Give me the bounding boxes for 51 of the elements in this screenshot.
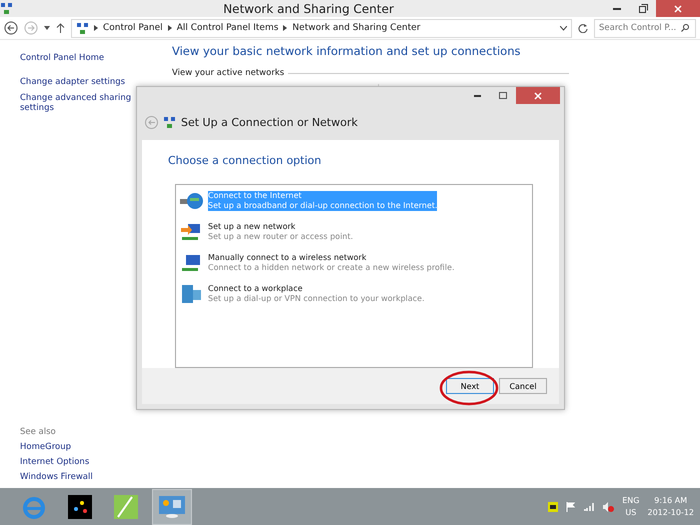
restore-icon xyxy=(638,4,648,13)
close-icon xyxy=(534,92,542,100)
search-icon xyxy=(681,24,689,32)
chevron-icon xyxy=(283,25,288,31)
office-building-icon xyxy=(180,284,204,304)
dialog-button[interactable]: Cancel xyxy=(499,378,547,394)
signal-icon[interactable] xyxy=(584,502,596,511)
connection-option[interactable]: Set up a new network Set up a new router or access point. xyxy=(208,222,354,242)
back-icon[interactable] xyxy=(4,21,18,35)
breadcrumb[interactable]: All Control Panel Items xyxy=(176,23,278,33)
highlight-circle xyxy=(439,369,499,407)
up-arrow-icon[interactable] xyxy=(56,23,65,33)
page-heading: View your basic network information and set up connections xyxy=(172,44,522,58)
close-button[interactable] xyxy=(656,0,700,17)
flag-icon[interactable] xyxy=(566,502,576,512)
address-bar[interactable]: Control Panel All Control Panel Items Network and Sharing Center xyxy=(71,18,572,38)
maximize-icon xyxy=(499,92,507,99)
dropdown-icon[interactable] xyxy=(44,26,50,30)
window-title: Network and Sharing Center xyxy=(222,2,395,16)
control-panel-taskbar-button[interactable] xyxy=(152,488,192,524)
search-box[interactable]: Search Control P... xyxy=(594,18,696,38)
browser-icon xyxy=(22,494,46,518)
speaker-muted-icon[interactable] xyxy=(603,502,614,512)
dialog-heading: Choose a connection option xyxy=(168,154,322,167)
chevron-down-icon[interactable] xyxy=(560,26,567,30)
chevron-icon xyxy=(94,25,98,31)
breadcrumb[interactable]: Network and Sharing Center xyxy=(292,23,420,33)
dialog-title: Set Up a Connection or Network xyxy=(181,116,358,128)
close-button[interactable] xyxy=(516,87,560,104)
network-icon xyxy=(163,116,176,128)
refresh-icon[interactable] xyxy=(578,23,588,33)
control-panel-icon xyxy=(159,496,185,518)
connection-option[interactable]: Manually connect to a wireless network Connect to a hidden network or create a new wireless profile. xyxy=(208,253,454,273)
tray-app-icon[interactable] xyxy=(548,502,558,512)
network-icon xyxy=(76,22,89,34)
close-icon xyxy=(674,4,682,12)
globe-icon xyxy=(180,191,204,211)
chevron-icon xyxy=(168,25,172,31)
see-also-heading: See also xyxy=(20,427,57,437)
sidebar-link[interactable]: Change adapter settings xyxy=(20,77,156,87)
minimize-icon xyxy=(474,94,480,96)
connection-option[interactable]: Connect to a workplace Set up a dial-up or VPN connection to your workplace. xyxy=(208,284,425,304)
breadcrumb[interactable]: Control Panel xyxy=(103,23,163,33)
see-also-link[interactable]: Windows Firewall xyxy=(20,472,156,482)
section-heading: View your active networks xyxy=(172,68,284,78)
see-also-link[interactable]: Internet Options xyxy=(20,457,156,467)
minimize-icon xyxy=(613,8,621,10)
see-also-link[interactable]: HomeGroup xyxy=(20,442,156,452)
sidebar-link[interactable]: Control Panel Home xyxy=(20,53,156,63)
dialog-button[interactable]: Next xyxy=(446,378,494,394)
network-icon xyxy=(0,2,13,15)
